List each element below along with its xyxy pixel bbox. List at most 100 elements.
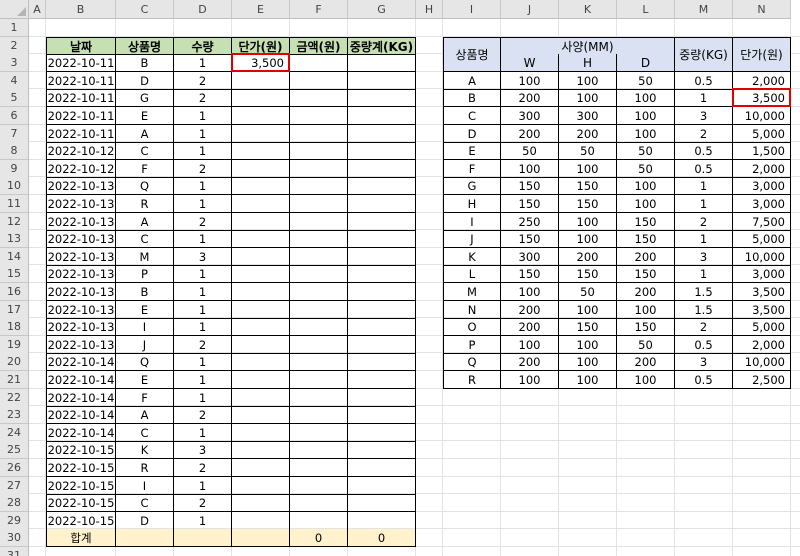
data-cell[interactable] (290, 248, 348, 266)
spec-cell[interactable]: 5,000 (733, 125, 791, 143)
data-cell[interactable] (348, 142, 416, 160)
column-header-g[interactable]: G (348, 0, 416, 19)
spec-cell[interactable]: 200 (617, 248, 675, 266)
data-cell[interactable]: 1 (174, 195, 232, 213)
spec-cell[interactable]: 0.5 (675, 142, 733, 160)
spec-cell[interactable]: 0.5 (675, 72, 733, 90)
data-cell[interactable]: 2 (174, 336, 232, 354)
data-cell[interactable] (232, 283, 290, 301)
row-header-30[interactable]: 30 (0, 529, 29, 547)
spec-cell[interactable]: 0.5 (675, 371, 733, 389)
data-cell[interactable] (232, 142, 290, 160)
spec-cell[interactable]: 200 (501, 301, 559, 319)
spec-cell[interactable]: 200 (501, 353, 559, 371)
row-header-28[interactable]: 28 (0, 494, 29, 512)
spec-cell[interactable]: 100 (501, 336, 559, 354)
data-cell[interactable] (290, 177, 348, 195)
spec-cell[interactable]: 10,000 (733, 107, 791, 125)
data-cell[interactable] (232, 424, 290, 442)
spec-cell[interactable]: 150 (501, 195, 559, 213)
product-cell[interactable]: M (443, 283, 501, 301)
data-cell[interactable]: F (116, 389, 174, 407)
row-header-2[interactable]: 2 (0, 37, 29, 55)
data-cell[interactable] (290, 125, 348, 143)
spec-cell[interactable]: 2 (675, 318, 733, 336)
data-cell[interactable]: K (116, 441, 174, 459)
date-cell[interactable]: 2022-10-13 (46, 195, 116, 213)
spec-cell[interactable]: 200 (501, 125, 559, 143)
data-cell[interactable] (232, 248, 290, 266)
data-cell[interactable]: 1 (174, 265, 232, 283)
spec-cell[interactable]: 50 (559, 283, 617, 301)
data-cell[interactable] (348, 54, 416, 72)
data-cell[interactable]: 2 (174, 160, 232, 178)
data-cell[interactable] (348, 89, 416, 107)
data-cell[interactable]: 1 (174, 512, 232, 530)
spec-cell[interactable]: 2 (675, 125, 733, 143)
data-cell[interactable] (290, 54, 348, 72)
date-cell[interactable]: 2022-10-13 (46, 318, 116, 336)
column-header-a[interactable]: A (29, 0, 46, 19)
row-header-23[interactable]: 23 (0, 406, 29, 424)
column-header-k[interactable]: K (559, 0, 617, 19)
spec-cell[interactable]: 2,500 (733, 371, 791, 389)
data-cell[interactable] (232, 160, 290, 178)
spec-cell[interactable]: 100 (617, 89, 675, 107)
date-cell[interactable]: 2022-10-14 (46, 424, 116, 442)
data-cell[interactable]: R (116, 459, 174, 477)
spec-cell[interactable]: 50 (617, 142, 675, 160)
spec-cell[interactable]: 150 (501, 265, 559, 283)
data-cell[interactable] (290, 213, 348, 231)
spec-cell[interactable]: 50 (501, 142, 559, 160)
data-cell[interactable] (348, 125, 416, 143)
data-cell[interactable] (348, 301, 416, 319)
row-header-8[interactable]: 8 (0, 142, 29, 160)
data-cell[interactable] (232, 353, 290, 371)
data-cell[interactable] (232, 459, 290, 477)
data-cell[interactable] (348, 107, 416, 125)
data-cell[interactable] (290, 406, 348, 424)
data-cell[interactable]: G (116, 89, 174, 107)
data-cell[interactable] (348, 265, 416, 283)
product-cell[interactable]: I (443, 213, 501, 231)
date-cell[interactable]: 2022-10-13 (46, 230, 116, 248)
spec-cell[interactable]: 100 (501, 72, 559, 90)
data-cell[interactable] (232, 301, 290, 319)
data-cell[interactable] (348, 494, 416, 512)
spec-cell[interactable]: 3,000 (733, 177, 791, 195)
data-cell[interactable]: 1 (174, 125, 232, 143)
spec-cell[interactable]: 100 (617, 301, 675, 319)
spec-cell[interactable]: 3 (675, 107, 733, 125)
spec-cell[interactable]: 150 (559, 177, 617, 195)
spec-cell[interactable]: 100 (617, 125, 675, 143)
spec-cell[interactable]: 3,500 (733, 301, 791, 319)
date-cell[interactable]: 2022-10-11 (46, 72, 116, 90)
date-cell[interactable]: 2022-10-15 (46, 459, 116, 477)
row-header-16[interactable]: 16 (0, 283, 29, 301)
data-cell[interactable] (290, 89, 348, 107)
data-cell[interactable] (232, 389, 290, 407)
data-cell[interactable] (232, 336, 290, 354)
data-cell[interactable] (348, 389, 416, 407)
date-cell[interactable]: 2022-10-15 (46, 512, 116, 530)
column-header-c[interactable]: C (116, 0, 174, 19)
data-cell[interactable] (290, 441, 348, 459)
data-cell[interactable] (348, 459, 416, 477)
product-cell[interactable]: L (443, 265, 501, 283)
data-cell[interactable]: E (116, 301, 174, 319)
date-cell[interactable]: 2022-10-11 (46, 125, 116, 143)
date-cell[interactable]: 2022-10-12 (46, 160, 116, 178)
data-cell[interactable] (290, 72, 348, 90)
total-cell[interactable]: 0 (348, 529, 416, 547)
spec-cell[interactable]: 100 (559, 160, 617, 178)
data-cell[interactable] (290, 371, 348, 389)
spec-cell[interactable]: 150 (501, 177, 559, 195)
data-cell[interactable]: D (116, 512, 174, 530)
data-cell[interactable] (232, 512, 290, 530)
total-cell[interactable] (232, 529, 290, 547)
spec-cell[interactable]: 10,000 (733, 353, 791, 371)
row-header-6[interactable]: 6 (0, 107, 29, 125)
product-cell[interactable]: K (443, 248, 501, 266)
spec-cell[interactable]: 3,500 (733, 283, 791, 301)
spec-cell[interactable]: 50 (559, 142, 617, 160)
